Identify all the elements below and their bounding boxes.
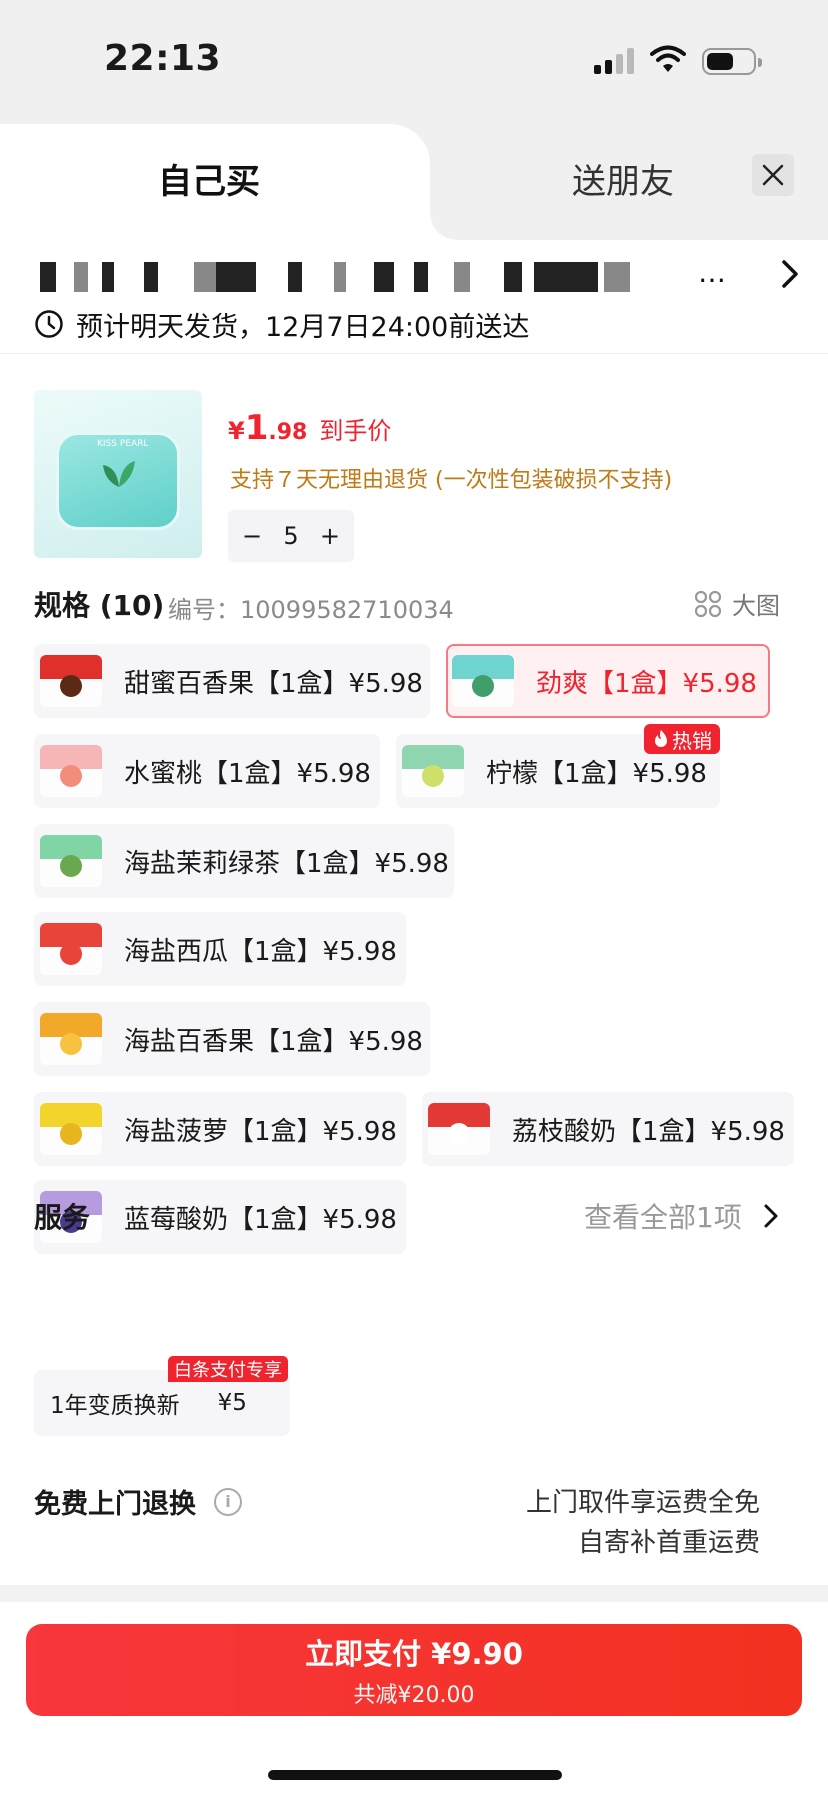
wifi-icon bbox=[650, 45, 686, 72]
home-indicator bbox=[268, 1770, 562, 1780]
spec-option[interactable]: 海盐百香果【1盒】¥5.98 bbox=[34, 1002, 430, 1076]
quantity-value[interactable]: 5 bbox=[283, 522, 298, 550]
service-title: 服务 bbox=[34, 1201, 91, 1234]
spec-thumbnail bbox=[40, 745, 102, 797]
increment-button[interactable]: + bbox=[320, 522, 340, 550]
cellular-signal-icon bbox=[594, 48, 636, 74]
free-return-title: 免费上门退换 i bbox=[34, 1482, 242, 1521]
spec-option[interactable]: 劲爽【1盒】¥5.98 bbox=[446, 644, 770, 718]
product-tin: KISS PEARL bbox=[56, 432, 180, 530]
status-bar: 22:13 bbox=[0, 0, 828, 120]
delivery-text: 预计明天发货，12月7日24:00前送达 bbox=[76, 311, 530, 343]
spec-option[interactable]: 海盐西瓜【1盒】¥5.98 bbox=[34, 912, 406, 986]
spec-option[interactable]: 荔枝酸奶【1盒】¥5.98 bbox=[422, 1092, 794, 1166]
spec-thumbnail bbox=[402, 745, 464, 797]
pay-main-label: 立即支付 ¥9.90 bbox=[305, 1637, 523, 1671]
purchase-mode-tabs: 自己买 送朋友 bbox=[0, 120, 828, 240]
decrement-button[interactable]: − bbox=[242, 522, 262, 550]
tab-buy-self-label[interactable]: 自己买 bbox=[158, 154, 260, 203]
service-name: 1年变质换新 bbox=[50, 1393, 180, 1419]
spec-thumbnail bbox=[452, 655, 514, 707]
big-image-label: 大图 bbox=[732, 592, 780, 620]
quantity-stepper: − 5 + bbox=[228, 510, 354, 562]
chevron-right-icon bbox=[764, 1204, 778, 1228]
spec-label: 柠檬【1盒】¥5.98 bbox=[486, 758, 707, 789]
purchase-sheet: … 预计明天发货，12月7日24:00前送达 KISS PEARL ¥ 1 .9… bbox=[0, 240, 828, 1585]
spec-label: 海盐百香果【1盒】¥5.98 bbox=[124, 1026, 423, 1057]
spec-option[interactable]: 水蜜桃【1盒】¥5.98 bbox=[34, 734, 380, 808]
spec-thumbnail bbox=[40, 1013, 102, 1065]
service-badge: 白条支付专享 bbox=[168, 1356, 288, 1382]
spec-label: 海盐茉莉绿茶【1盒】¥5.98 bbox=[124, 848, 449, 879]
view-all-services[interactable]: 查看全部1项 bbox=[584, 1196, 780, 1236]
final-price: ¥ 1 .98 到手价 bbox=[228, 408, 392, 448]
tab-gift-friend[interactable]: 送朋友 bbox=[572, 154, 674, 203]
spec-label: 海盐西瓜【1盒】¥5.98 bbox=[124, 936, 397, 967]
address-row[interactable]: … bbox=[34, 252, 798, 302]
redacted-address bbox=[40, 262, 56, 292]
battery-icon bbox=[702, 48, 762, 75]
spec-code: 编号：10099582710034 bbox=[168, 596, 454, 624]
flame-icon bbox=[655, 730, 667, 747]
spec-label: 劲爽【1盒】¥5.98 bbox=[536, 668, 757, 699]
spec-option[interactable]: 甜蜜百香果【1盒】¥5.98 bbox=[34, 644, 430, 718]
price-suffix: 到手价 bbox=[319, 417, 392, 445]
spec-thumbnail bbox=[428, 1103, 490, 1155]
free-return-line2: 自寄补首重运费 bbox=[577, 1528, 760, 1558]
clock-icon bbox=[35, 310, 63, 338]
spec-label: 海盐菠萝【1盒】¥5.98 bbox=[124, 1116, 397, 1147]
spec-label: 甜蜜百香果【1盒】¥5.98 bbox=[124, 668, 423, 699]
tin-brand-text: KISS PEARL bbox=[97, 439, 149, 449]
service-price: ¥5 bbox=[217, 1390, 247, 1416]
divider bbox=[0, 353, 828, 354]
close-button[interactable] bbox=[752, 154, 794, 196]
grid-icon bbox=[694, 590, 722, 617]
address-ellipsis: … bbox=[698, 256, 726, 289]
spec-label: 荔枝酸奶【1盒】¥5.98 bbox=[512, 1116, 785, 1147]
close-icon bbox=[762, 164, 784, 186]
spec-option[interactable]: 海盐菠萝【1盒】¥5.98 bbox=[34, 1092, 406, 1166]
spec-thumbnail bbox=[40, 835, 102, 887]
pay-now-button[interactable]: 立即支付 ¥9.90 共减¥20.00 bbox=[26, 1624, 802, 1716]
spec-label: 蓝莓酸奶【1盒】¥5.98 bbox=[124, 1204, 397, 1235]
pay-discount-label: 共减¥20.00 bbox=[353, 1683, 475, 1708]
info-icon[interactable]: i bbox=[214, 1487, 242, 1516]
big-image-button[interactable]: 大图 bbox=[694, 586, 780, 621]
spec-title: 规格 (10) bbox=[34, 589, 165, 622]
bottom-bar: 立即支付 ¥9.90 共减¥20.00 bbox=[0, 1602, 828, 1796]
chevron-right-icon bbox=[782, 260, 798, 288]
product-image[interactable]: KISS PEARL bbox=[34, 390, 202, 558]
spec-option[interactable]: 海盐茉莉绿茶【1盒】¥5.98 bbox=[34, 824, 454, 898]
delivery-estimate: 预计明天发货，12月7日24:00前送达 bbox=[34, 304, 529, 344]
spec-label: 水蜜桃【1盒】¥5.98 bbox=[124, 758, 371, 789]
spec-thumbnail bbox=[40, 655, 102, 707]
return-policy: 支持７天无理由退货 (一次性包装破损不支持) bbox=[230, 468, 673, 493]
leaf-icon bbox=[103, 461, 135, 487]
free-return-line1: 上门取件享运费全免 bbox=[525, 1488, 760, 1518]
status-time: 22:13 bbox=[104, 38, 222, 79]
spec-thumbnail bbox=[40, 1103, 102, 1155]
spec-thumbnail bbox=[40, 923, 102, 975]
hot-sale-badge: 热销 bbox=[644, 724, 720, 754]
